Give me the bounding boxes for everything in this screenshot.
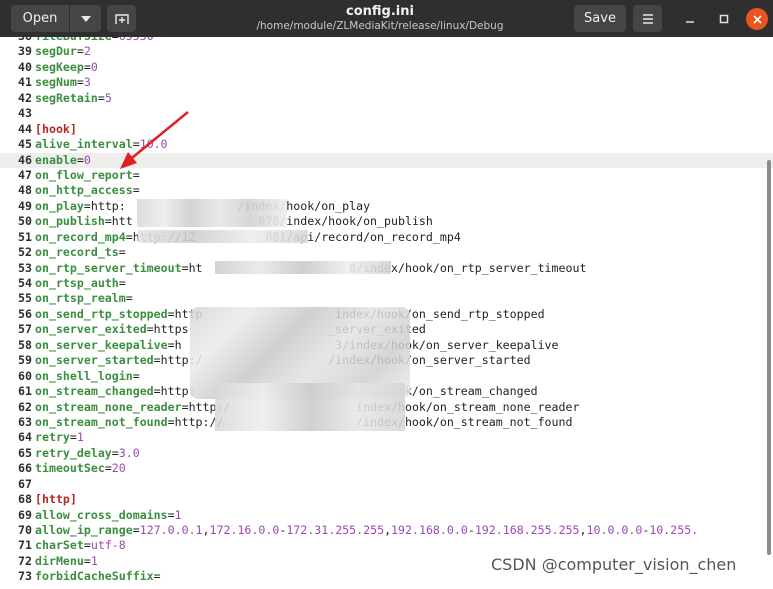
watermark: CSDN @computer_vision_chen	[491, 555, 737, 574]
maximize-icon	[719, 14, 729, 24]
save-button[interactable]: Save	[574, 5, 626, 32]
menu-button[interactable]	[633, 5, 662, 32]
annotation-arrow-icon	[120, 111, 189, 169]
open-menu-button[interactable]	[70, 5, 101, 32]
menu-icon	[642, 13, 653, 24]
close-button[interactable]	[746, 8, 768, 30]
header-bar: Open config.ini /home/module/ZLMediaKit/…	[0, 0, 773, 37]
close-icon	[752, 14, 762, 24]
window-title-area: config.ini /home/module/ZLMediaKit/relea…	[200, 4, 560, 33]
minimize-button[interactable]	[680, 9, 700, 29]
text-editor[interactable]: 38fileBufSize=6553639segDur=240segKeep=0…	[0, 37, 773, 589]
new-tab-icon	[114, 13, 129, 24]
window-subtitle: /home/module/ZLMediaKit/release/linux/De…	[256, 20, 504, 32]
maximize-button[interactable]	[714, 9, 734, 29]
minimize-icon	[686, 21, 694, 23]
open-button[interactable]: Open	[11, 5, 69, 32]
chevron-down-icon	[80, 15, 91, 22]
new-tab-button[interactable]	[107, 5, 136, 32]
window-title: config.ini	[346, 4, 414, 19]
